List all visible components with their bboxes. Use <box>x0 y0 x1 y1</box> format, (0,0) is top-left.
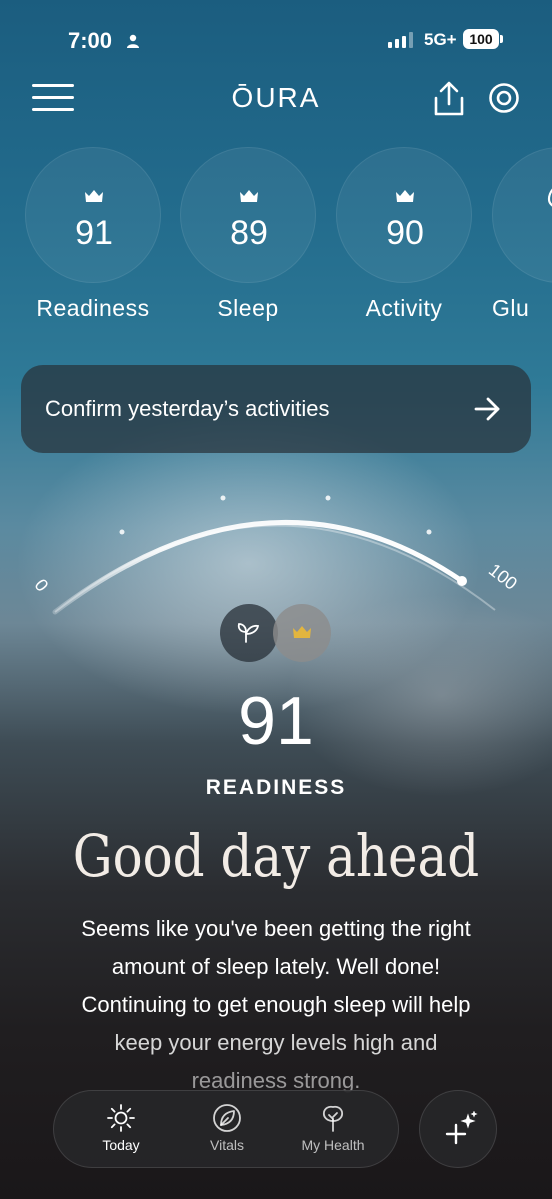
share-icon[interactable] <box>430 80 468 122</box>
gauge-indicator <box>457 576 467 586</box>
tab-today[interactable]: Today <box>66 1091 176 1169</box>
score-activity[interactable]: 90 Activity <box>336 147 472 321</box>
arrow-right-icon <box>474 397 500 421</box>
tab-my-health[interactable]: My Health <box>278 1091 388 1169</box>
bottom-tab-bar: Today Vitals My Health <box>53 1090 399 1168</box>
score-label: Readiness <box>36 295 150 321</box>
crown-icon <box>240 190 258 202</box>
tab-label: Vitals <box>210 1137 244 1153</box>
score-readiness[interactable]: 91 Readiness <box>25 147 161 321</box>
score-glucose-clip: Glu <box>492 147 552 347</box>
score-label: Sleep <box>217 295 279 321</box>
readiness-description: Seems like you've been getting the right… <box>20 910 532 1100</box>
score-value: 89 <box>230 214 268 252</box>
glucose-icon <box>547 188 552 207</box>
tree-icon <box>322 1105 344 1132</box>
description-line: Continuing to get enough sleep will help <box>81 992 471 1017</box>
readiness-label: READINESS <box>205 776 347 799</box>
score-circle: 91 <box>25 147 161 283</box>
plant-toggle-button[interactable] <box>220 604 278 662</box>
battery-icon: 100 <box>463 29 499 49</box>
status-bar: 7:00 5G+ 100 <box>0 0 552 80</box>
readiness-headline: Good day ahead <box>72 822 480 890</box>
score-circle: 89 <box>180 147 316 283</box>
sprout-icon <box>237 623 260 643</box>
status-time: 7:00 <box>68 28 113 53</box>
score-glucose[interactable]: Glu <box>492 147 552 321</box>
description-line: amount of sleep lately. Well done! <box>111 954 441 979</box>
score-value: 90 <box>386 214 424 252</box>
confirm-activities-text: Confirm yesterday’s activities <box>45 396 330 421</box>
target-icon[interactable] <box>488 82 520 118</box>
tab-label: My Health <box>301 1137 365 1153</box>
person-icon <box>126 33 140 52</box>
tab-label: Today <box>102 1137 140 1153</box>
score-label: Activity <box>365 295 443 321</box>
advisor-button[interactable] <box>419 1090 497 1168</box>
network-type: 5G+ <box>424 30 457 49</box>
battery-tip <box>500 35 503 43</box>
score-label: Glu <box>492 295 530 321</box>
sun-icon <box>107 1104 135 1132</box>
crown-icon <box>85 190 103 202</box>
description-line: keep your energy levels high and <box>114 1030 438 1055</box>
gauge-progress-arc <box>52 519 465 615</box>
readiness-score: 91 <box>238 683 314 759</box>
description-line: Seems like you've been getting the right <box>81 916 471 941</box>
confirm-activities-card[interactable]: Confirm yesterday’s activities <box>21 365 531 453</box>
crown-toggle-button[interactable] <box>273 604 331 662</box>
gauge-min-label: 0 <box>30 575 52 595</box>
score-circle: 90 <box>336 147 472 283</box>
score-sleep[interactable]: 89 Sleep <box>180 147 316 321</box>
brand-logo: ŌURA <box>231 82 321 113</box>
leaf-icon <box>213 1104 241 1132</box>
tab-vitals[interactable]: Vitals <box>172 1091 282 1169</box>
sparkle-plus-icon <box>445 1111 478 1145</box>
crown-icon <box>396 190 414 202</box>
score-circle <box>492 147 552 283</box>
crown-icon <box>293 626 311 638</box>
signal-icon <box>388 32 414 52</box>
score-value: 91 <box>75 214 113 252</box>
gauge-max-label: 100 <box>485 560 521 594</box>
